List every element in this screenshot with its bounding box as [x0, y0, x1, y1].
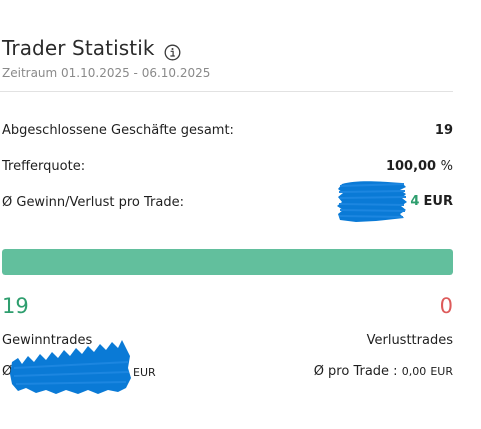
page-title: Trader Statistik: [2, 36, 155, 60]
redaction-scribble: [337, 181, 407, 222]
hit-rate-unit: %: [440, 159, 453, 174]
win-ratio-bar: [2, 249, 453, 275]
avg-pl-unit: EUR: [423, 194, 453, 209]
win-avg-unit: EUR: [133, 366, 156, 379]
loss-avg-value: 0,00: [401, 365, 427, 378]
avg-pl-digit: 4: [410, 194, 420, 209]
avg-pl-label: Ø Gewinn/Verlust pro Trade:: [2, 195, 184, 210]
hit-rate-value: 100,00 %: [386, 159, 453, 174]
loss-avg: Ø pro Trade : 0,00 EUR: [314, 364, 453, 379]
win-ratio-fill: [2, 249, 453, 275]
win-count: 19: [2, 294, 29, 318]
period-subtitle: Zeitraum 01.10.2025 - 06.10.2025: [2, 66, 211, 80]
closed-trades-label: Abgeschlossene Geschäfte gesamt:: [2, 123, 234, 138]
header-divider: [0, 91, 453, 92]
loss-count: 0: [439, 294, 453, 318]
loss-trades-label: Verlusttrades: [366, 333, 453, 348]
loss-avg-unit: EUR: [430, 365, 453, 378]
avg-pl-value: 4 EUR: [410, 194, 453, 209]
hit-rate-label: Trefferquote:: [2, 159, 86, 174]
loss-avg-label: Ø pro Trade :: [313, 364, 398, 379]
redaction-scribble: [10, 340, 131, 394]
info-circle-icon[interactable]: [164, 44, 181, 61]
hit-rate-number: 100,00: [385, 159, 437, 174]
closed-trades-value: 19: [434, 123, 453, 138]
